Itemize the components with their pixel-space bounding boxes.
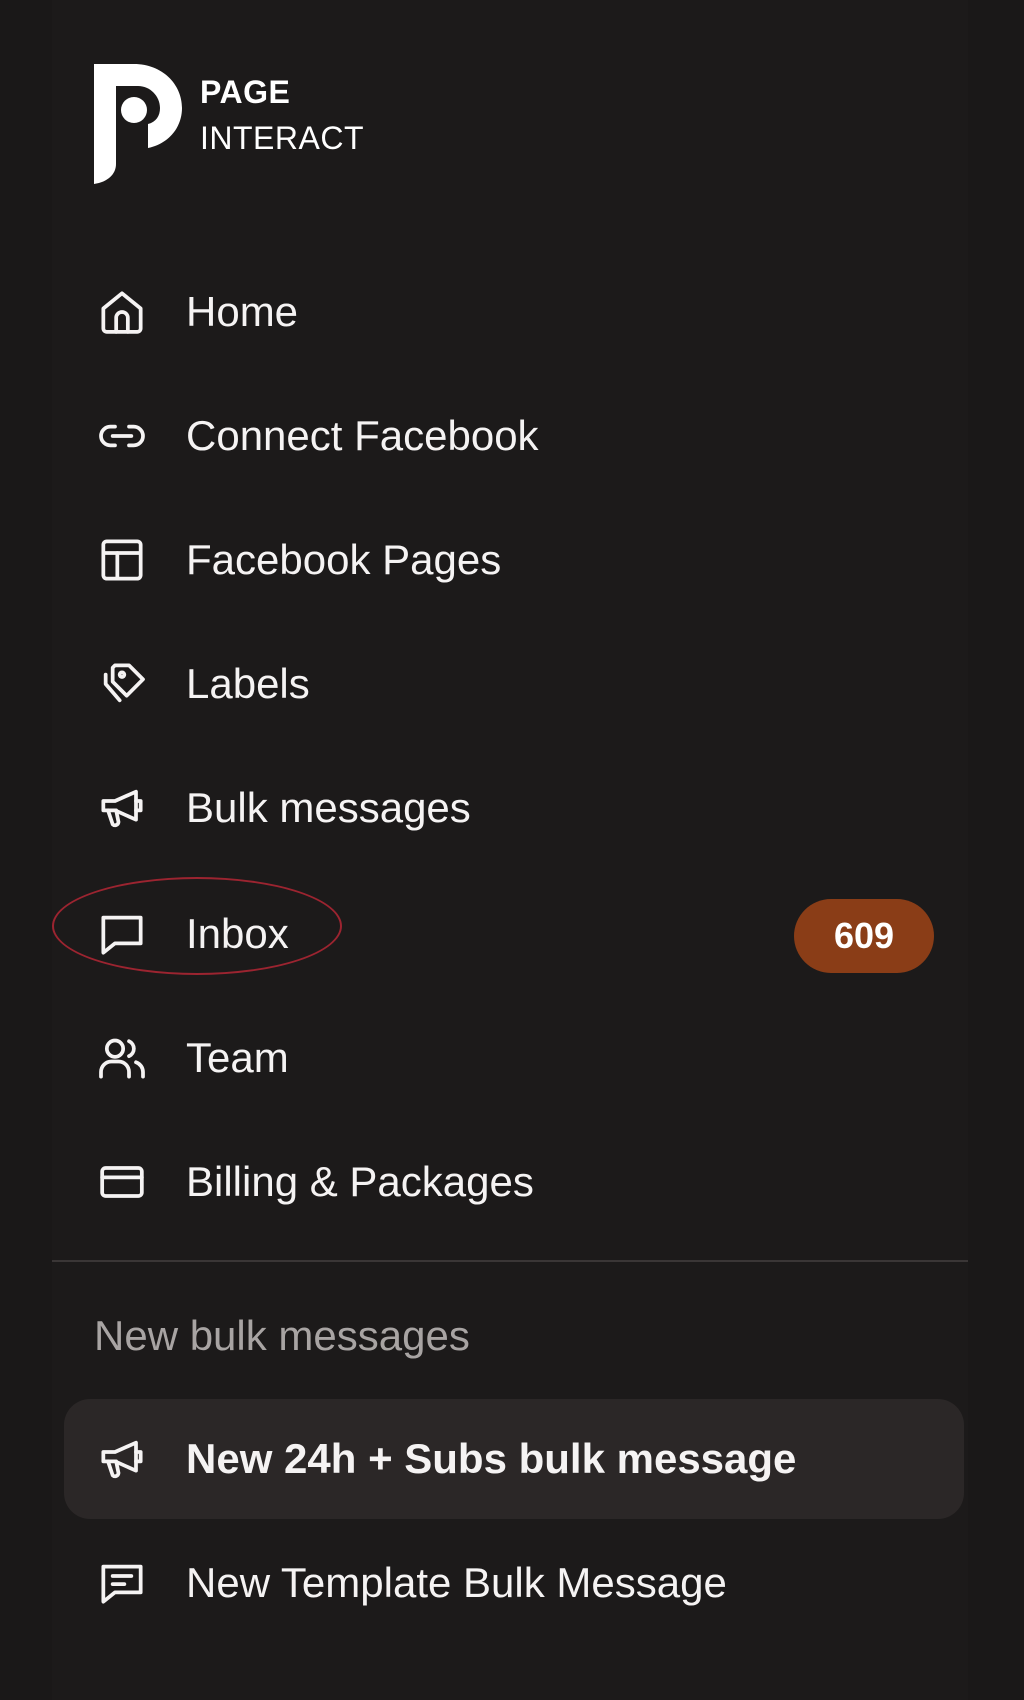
nav-item-facebook-pages[interactable]: Facebook Pages — [94, 530, 934, 590]
megaphone-icon — [94, 780, 150, 836]
sub-item-label: New Template Bulk Message — [186, 1559, 727, 1606]
nav-item-label: Bulk messages — [186, 784, 471, 831]
section-title: New bulk messages — [94, 1312, 470, 1359]
brand-line2: INTERACT — [200, 120, 364, 156]
credit-card-icon — [94, 1154, 150, 1210]
nav-item-labels[interactable]: Labels — [94, 654, 934, 714]
nav-item-label: Inbox — [186, 910, 289, 957]
logo-mark-icon — [94, 64, 182, 184]
message-square-icon — [94, 906, 150, 962]
inbox-count-badge: 609 — [794, 899, 934, 973]
nav-item-label: Facebook Pages — [186, 536, 502, 583]
nav-item-bulk-messages[interactable]: Bulk messages — [94, 778, 934, 838]
nav-item-home[interactable]: Home — [94, 282, 934, 342]
nav-item-label: Home — [186, 288, 299, 335]
home-icon — [94, 284, 150, 340]
nav-item-label: Team — [186, 1034, 289, 1081]
new-24h-subs-bulk-message-item[interactable]: New 24h + Subs bulk message — [94, 1429, 954, 1489]
nav-item-label: Billing & Packages — [186, 1158, 534, 1205]
divider — [52, 1260, 968, 1262]
message-text-icon — [94, 1555, 150, 1611]
brand-line1: PAGE — [200, 74, 291, 110]
brand-logo[interactable]: PAGE INTERACT — [94, 64, 394, 188]
nav-item-label: Connect Facebook — [186, 412, 539, 459]
nav-item-label: Labels — [186, 660, 310, 707]
layout-icon — [94, 532, 150, 588]
new-template-bulk-message-item[interactable]: New Template Bulk Message — [94, 1553, 954, 1613]
tags-icon — [94, 656, 150, 712]
nav-item-team[interactable]: Team — [94, 1028, 934, 1088]
brand-text: PAGE INTERACT — [200, 76, 364, 154]
link-icon — [94, 408, 150, 464]
megaphone-icon — [94, 1431, 150, 1487]
nav-item-billing[interactable]: Billing & Packages — [94, 1152, 934, 1212]
nav-item-connect-facebook[interactable]: Connect Facebook — [94, 406, 934, 466]
sub-item-label: New 24h + Subs bulk message — [186, 1435, 797, 1482]
users-icon — [94, 1030, 150, 1086]
